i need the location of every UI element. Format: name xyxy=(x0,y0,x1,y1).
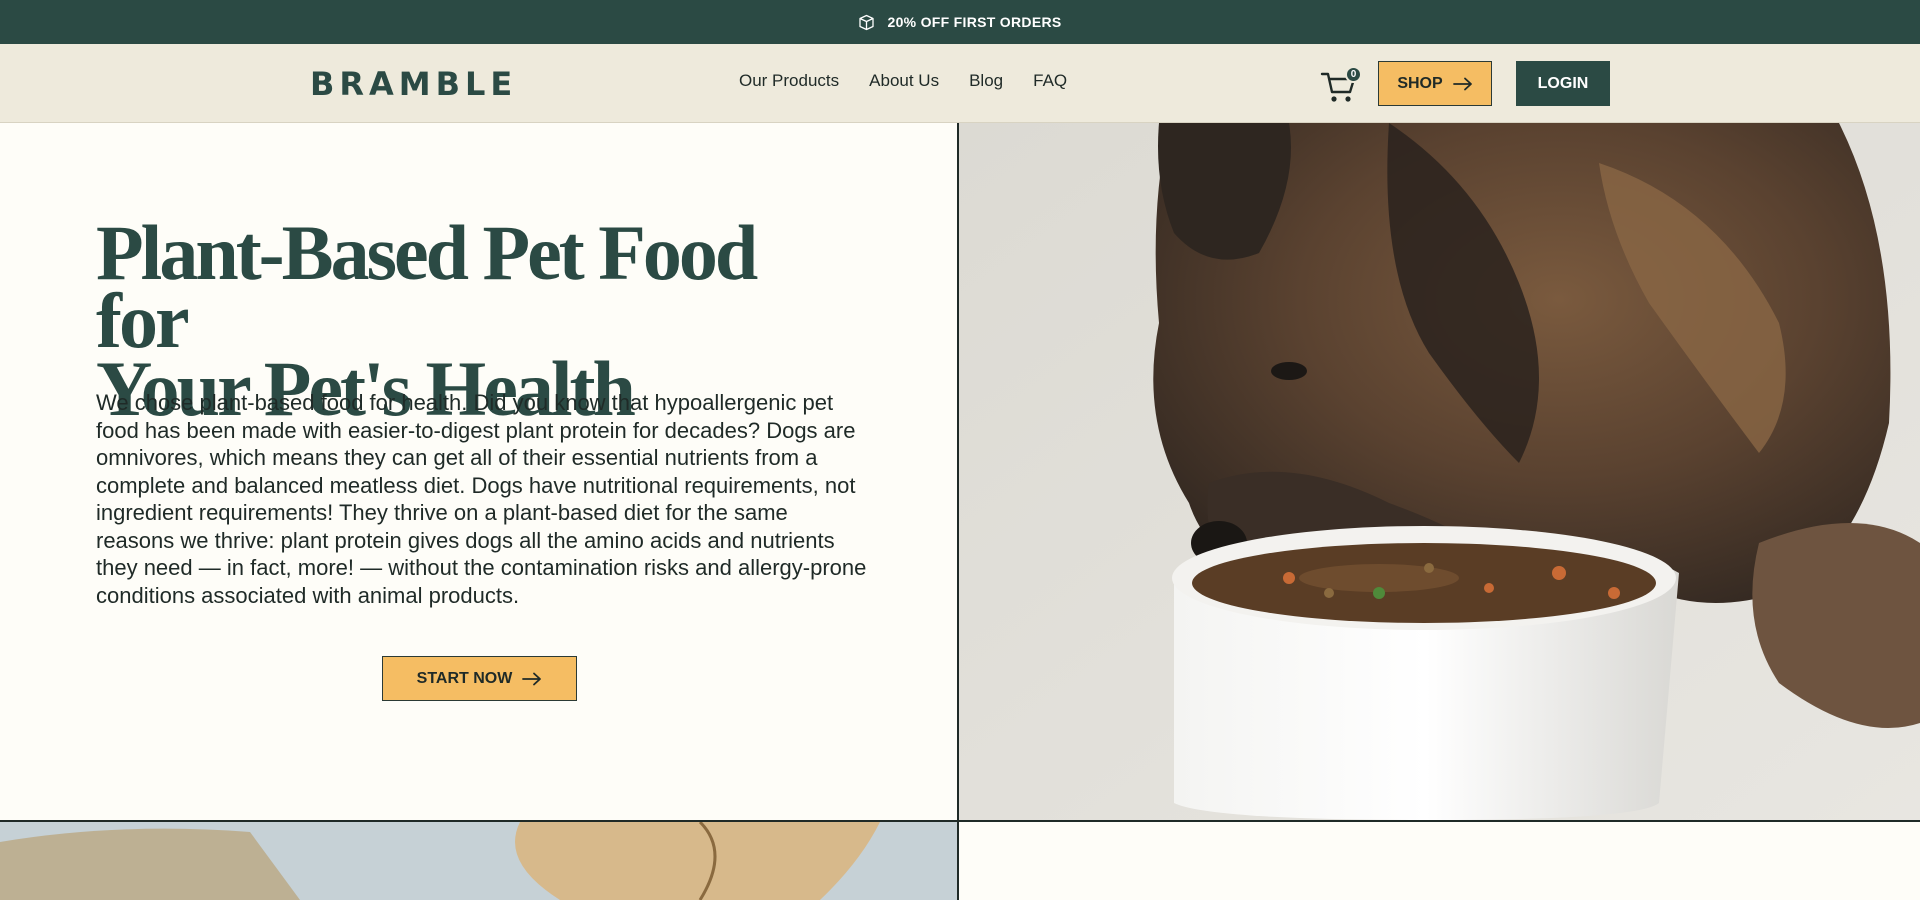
vertical-divider xyxy=(957,123,959,900)
login-button-label: LOGIN xyxy=(1537,74,1589,92)
nav-our-products[interactable]: Our Products xyxy=(739,71,839,91)
brand-logo[interactable]: BRAMBLE xyxy=(310,64,517,104)
promo-bar: 20% OFF FIRST ORDERS xyxy=(0,0,1920,44)
hero-dog-eating-image xyxy=(959,123,1920,820)
start-now-button[interactable]: START NOW xyxy=(382,656,577,701)
shop-button[interactable]: SHOP xyxy=(1378,61,1492,106)
horizontal-divider xyxy=(0,820,1920,822)
nav-blog[interactable]: Blog xyxy=(969,71,1003,91)
main-nav: Our Products About Us Blog FAQ xyxy=(739,71,1067,91)
promo-text: 20% OFF FIRST ORDERS xyxy=(887,14,1062,30)
start-now-label: START NOW xyxy=(416,669,513,687)
arrow-right-icon xyxy=(1452,77,1472,90)
nav-about-us[interactable]: About Us xyxy=(869,71,939,91)
site-header: BRAMBLE Our Products About Us Blog FAQ 0… xyxy=(0,44,1920,123)
cart-count-badge: 0 xyxy=(1345,66,1362,83)
hero-title-line-1: Plant-Based Pet Food for xyxy=(96,209,758,364)
login-button[interactable]: LOGIN xyxy=(1516,61,1610,106)
secondary-image xyxy=(0,822,957,900)
nav-faq[interactable]: FAQ xyxy=(1033,71,1067,91)
cart-button[interactable]: 0 xyxy=(1320,62,1364,104)
hero-description: We chose plant-based food for health. Di… xyxy=(96,390,867,608)
arrow-right-icon xyxy=(522,672,542,685)
shop-button-label: SHOP xyxy=(1397,74,1443,92)
box-icon xyxy=(859,14,875,30)
secondary-panel xyxy=(959,822,1920,900)
hero-section: Plant-Based Pet Food for Your Pet's Heal… xyxy=(0,123,958,821)
